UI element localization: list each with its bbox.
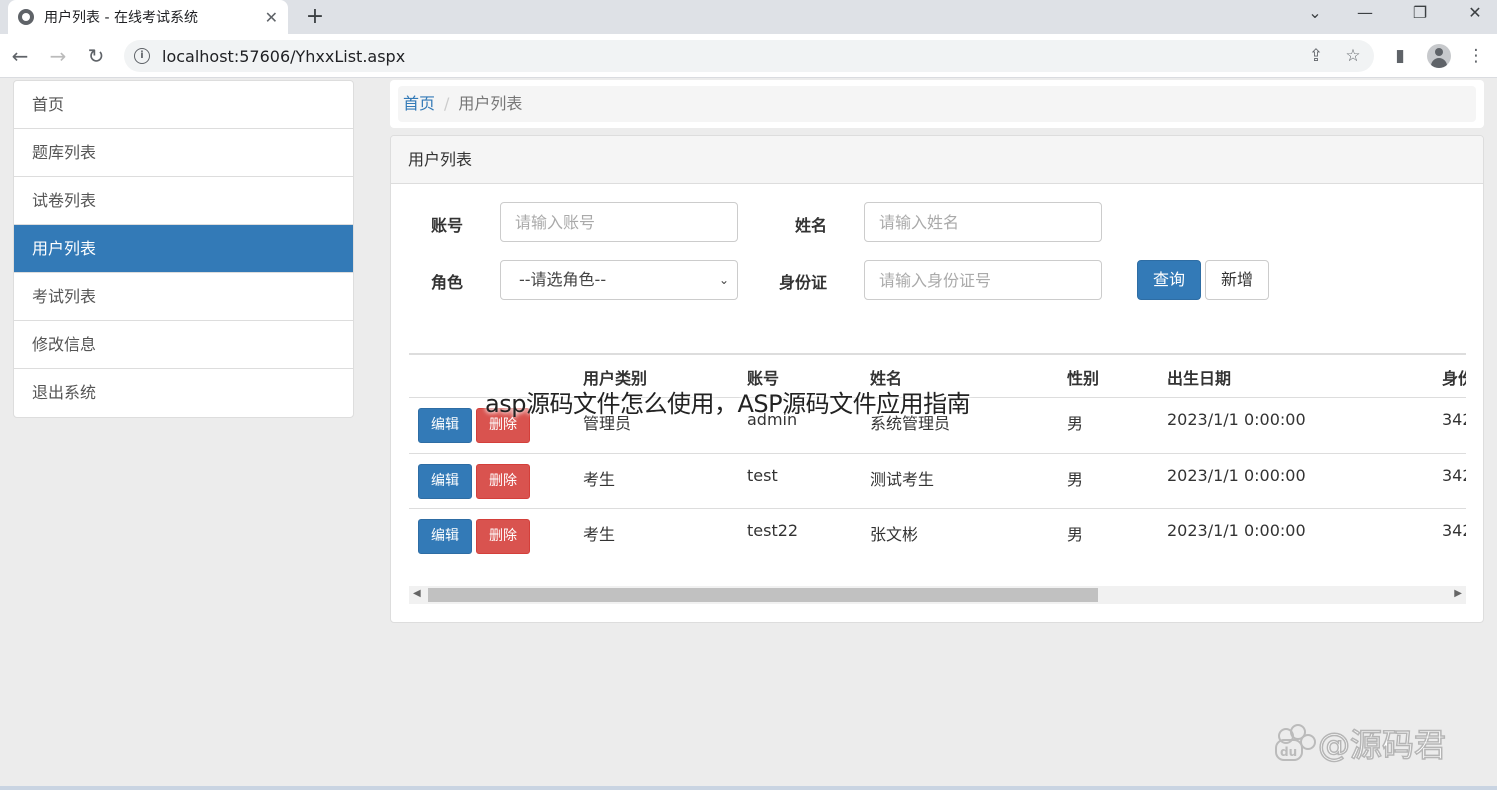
panel-title: 用户列表 [391, 136, 1483, 184]
delete-button[interactable]: 删除 [476, 464, 530, 499]
info-icon[interactable]: i [134, 48, 150, 64]
tab-title: 用户列表 - 在线考试系统 [44, 10, 198, 26]
account-input[interactable] [500, 202, 738, 242]
user-list-panel: 用户列表 账号 姓名 角色 --请选角色-- ⌄ 身份证 查询 新增 用户类别 … [390, 135, 1484, 623]
globe-icon [18, 9, 34, 25]
cell-birth-date: 2023/1/1 0:00:00 [1167, 466, 1306, 485]
column-header: 性别 [1067, 369, 1100, 388]
overlay-caption: asp源码文件怎么使用，ASP源码文件应用指南 [485, 390, 971, 418]
name-label: 姓名 [795, 216, 828, 235]
sidebar-item-papers[interactable]: 试卷列表 [14, 177, 353, 225]
cell-name: 张文彬 [870, 525, 919, 544]
scrollbar-thumb[interactable] [428, 588, 1098, 602]
account-label: 账号 [431, 216, 464, 235]
new-tab-button[interactable]: + [302, 4, 328, 30]
breadcrumb: 首页 / 用户列表 [398, 86, 1476, 122]
bottom-border [0, 786, 1497, 790]
name-input[interactable] [864, 202, 1102, 242]
breadcrumb-current: 用户列表 [458, 94, 523, 113]
edit-button[interactable]: 编辑 [418, 464, 472, 499]
cell-idcard: 342 [1442, 466, 1466, 485]
column-header: 出生日期 [1167, 369, 1232, 388]
role-select[interactable]: --请选角色-- ⌄ [500, 260, 738, 300]
share-icon[interactable]: ⇪ [1304, 44, 1328, 68]
cell-idcard: 342 [1442, 410, 1466, 429]
cell-idcard: 342 [1442, 521, 1466, 540]
sidebar: 首页 题库列表 试卷列表 用户列表 考试列表 修改信息 退出系统 [13, 80, 354, 418]
browser-tab-bar: 用户列表 - 在线考试系统 ✕ + ⌄ — ❐ ✕ [0, 0, 1497, 34]
scroll-left-icon[interactable]: ◀ [413, 588, 421, 599]
close-icon[interactable]: ✕ [265, 8, 278, 27]
svg-text:du: du [1280, 745, 1297, 759]
scroll-right-icon[interactable]: ▶ [1454, 588, 1462, 599]
window-close-icon[interactable]: ✕ [1450, 0, 1497, 30]
url-text: localhost:57606/YhxxList.aspx [162, 46, 406, 66]
restore-icon[interactable]: ❐ [1395, 0, 1445, 30]
table-row: 编辑 删除 考生 test22 张文彬 男 2023/1/1 0:00:00 3… [409, 508, 1466, 563]
cell-gender: 男 [1067, 525, 1084, 544]
edit-button[interactable]: 编辑 [418, 408, 472, 443]
cell-birth-date: 2023/1/1 0:00:00 [1167, 410, 1306, 429]
breadcrumb-separator: / [444, 94, 450, 113]
cell-account: test22 [747, 521, 799, 540]
svg-text:@源码君: @源码君 [1318, 726, 1446, 764]
star-icon[interactable]: ☆ [1341, 44, 1365, 68]
side-panel-icon[interactable]: ▮ [1388, 44, 1412, 68]
watermark-logo: du @源码君 [1275, 724, 1447, 765]
back-icon[interactable]: ← [6, 42, 34, 70]
url-field[interactable]: i localhost:57606/YhxxList.aspx [124, 40, 1374, 72]
role-select-value: --请选角色-- [519, 270, 607, 289]
idcard-input[interactable] [864, 260, 1102, 300]
breadcrumb-panel: 首页 / 用户列表 [390, 80, 1484, 128]
sidebar-item-users[interactable]: 用户列表 [14, 225, 353, 273]
cell-gender: 男 [1067, 414, 1084, 433]
sidebar-item-logout[interactable]: 退出系统 [14, 369, 353, 417]
chevron-down-icon[interactable]: ⌄ [1290, 0, 1340, 30]
cell-name: 测试考生 [870, 470, 935, 489]
idcard-label: 身份证 [779, 273, 828, 292]
browser-tab[interactable]: 用户列表 - 在线考试系统 ✕ [8, 0, 288, 34]
chevron-down-icon: ⌄ [718, 273, 729, 287]
column-header: 身份 [1442, 369, 1466, 388]
query-button[interactable]: 查询 [1137, 260, 1201, 300]
sidebar-item-question-bank[interactable]: 题库列表 [14, 129, 353, 177]
cell-account: test [747, 466, 778, 485]
sidebar-item-edit-info[interactable]: 修改信息 [14, 321, 353, 369]
delete-button[interactable]: 删除 [476, 519, 530, 554]
role-label: 角色 [431, 273, 464, 292]
minimize-icon[interactable]: — [1340, 0, 1390, 30]
profile-avatar[interactable] [1427, 44, 1451, 68]
cell-birth-date: 2023/1/1 0:00:00 [1167, 521, 1306, 540]
sidebar-item-home[interactable]: 首页 [14, 81, 353, 129]
forward-icon[interactable]: → [44, 42, 72, 70]
address-bar: ← → ↻ i localhost:57606/YhxxList.aspx ⇪ … [0, 34, 1497, 78]
table-row: 编辑 删除 考生 test 测试考生 男 2023/1/1 0:00:00 34… [409, 453, 1466, 508]
menu-icon[interactable]: ⋮ [1464, 44, 1488, 68]
edit-button[interactable]: 编辑 [418, 519, 472, 554]
reload-icon[interactable]: ↻ [82, 42, 110, 70]
cell-user-type: 考生 [583, 525, 616, 544]
cell-gender: 男 [1067, 470, 1084, 489]
breadcrumb-home-link[interactable]: 首页 [403, 94, 435, 113]
cell-user-type: 考生 [583, 470, 616, 489]
sidebar-item-exams[interactable]: 考试列表 [14, 273, 353, 321]
horizontal-scrollbar[interactable]: ◀ ▶ [409, 586, 1466, 604]
add-button[interactable]: 新增 [1205, 260, 1269, 300]
